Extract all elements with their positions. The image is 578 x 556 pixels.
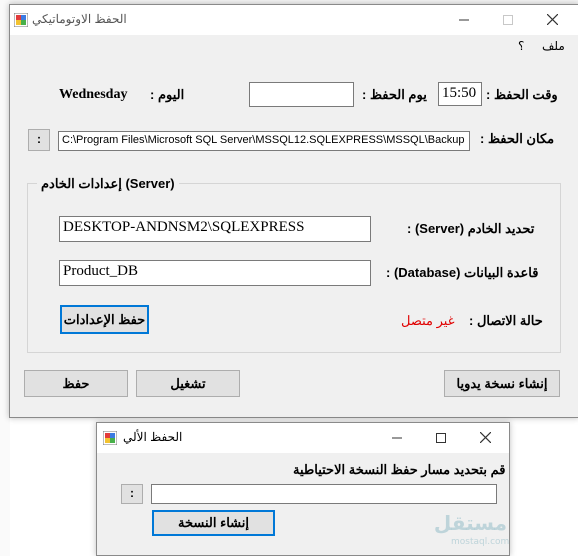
maximize-button[interactable]: [486, 5, 530, 35]
minimize-icon: [459, 19, 469, 21]
dialog-path-field[interactable]: [151, 484, 497, 504]
today-label: اليوم :: [150, 87, 185, 102]
menu-help[interactable]: ؟: [514, 39, 528, 53]
backup-day-label: يوم الحفظ :: [362, 87, 427, 102]
dialog-window: الحفظ الألي قم بتحديد مسار حفظ النسخة ال…: [96, 422, 510, 556]
close-button[interactable]: [530, 5, 574, 35]
create-backup-button[interactable]: إنشاء النسخة: [152, 510, 275, 536]
menu-bar: ملف ؟: [10, 36, 576, 58]
dialog-close-button[interactable]: [463, 423, 507, 453]
backup-time-label: وقت الحفظ :: [486, 87, 558, 102]
today-value: Wednesday: [59, 87, 128, 102]
backup-location-field[interactable]: C:\Program Files\Microsoft SQL Server\MS…: [58, 131, 470, 151]
save-settings-button[interactable]: حفظ الإعدادات: [60, 305, 149, 334]
dialog-minimize-button[interactable]: [375, 423, 419, 453]
server-field[interactable]: DESKTOP-ANDNSM2\SQLEXPRESS: [59, 216, 371, 242]
backup-time-field[interactable]: 15:50: [438, 82, 482, 106]
connection-status-value: غير متصل: [401, 313, 455, 328]
dialog-app-icon: [103, 431, 117, 445]
database-label: قاعدة البيانات (Database) :: [386, 265, 539, 280]
run-button[interactable]: تشغيل: [136, 370, 240, 397]
manual-backup-button[interactable]: إنشاء نسخة يدويا: [444, 370, 560, 397]
maximize-icon: [503, 15, 513, 25]
backup-location-browse-button[interactable]: :: [28, 129, 50, 151]
watermark-logo: مستقل: [433, 511, 507, 535]
minimize-button[interactable]: [442, 5, 486, 35]
dialog-maximize-button[interactable]: [419, 423, 463, 453]
server-settings-title: إعدادات الخادم (Server): [37, 176, 179, 192]
close-icon: [479, 431, 491, 444]
save-button[interactable]: حفظ: [24, 370, 128, 397]
server-label: تحديد الخادم (Server) :: [407, 221, 535, 236]
dialog-title: الحفظ الألي: [123, 430, 183, 444]
close-icon: [546, 13, 558, 26]
connection-status-label: حالة الاتصال :: [469, 313, 543, 328]
main-window-title: الحفظ الاوتوماتيكي: [32, 12, 127, 26]
minimize-icon: [392, 437, 402, 439]
dialog-browse-button[interactable]: :: [121, 484, 143, 504]
menu-file[interactable]: ملف: [538, 39, 569, 53]
main-titlebar: الحفظ الاوتوماتيكي: [10, 5, 578, 35]
database-field[interactable]: Product_DB: [59, 260, 371, 286]
watermark-site: mostaql.com: [451, 537, 510, 547]
main-window: الحفظ الاوتوماتيكي ملف ؟ وقت الحفظ : 15:…: [9, 4, 578, 418]
dialog-prompt: قم بتحديد مسار حفظ النسخة الاحتياطية: [293, 462, 506, 477]
app-icon: [14, 13, 28, 27]
backup-location-label: مكان الحفظ :: [480, 131, 555, 146]
dialog-titlebar: الحفظ الألي: [97, 423, 509, 453]
backup-day-field[interactable]: [249, 82, 354, 107]
maximize-icon: [436, 433, 446, 443]
